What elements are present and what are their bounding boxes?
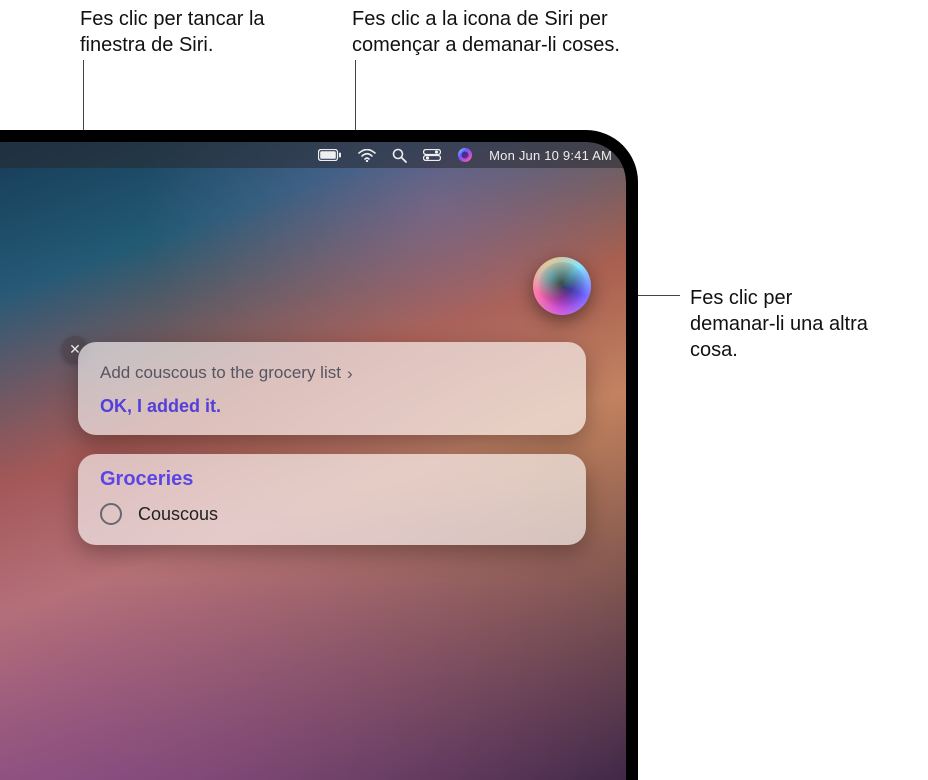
reminders-list-title: Groceries (100, 468, 564, 491)
siri-response-card: Add couscous to the grocery list › OK, I… (78, 342, 586, 435)
control-center-icon[interactable] (423, 142, 441, 168)
device-frame: Mon Jun 10 9:41 AM ✕ Add couscous to the… (0, 130, 638, 780)
wifi-icon[interactable] (358, 142, 376, 168)
siri-orb-button[interactable] (533, 257, 591, 315)
chevron-right-icon: › (347, 364, 353, 384)
reminder-complete-toggle[interactable] (100, 503, 122, 525)
desktop-wallpaper: Mon Jun 10 9:41 AM ✕ Add couscous to the… (0, 142, 626, 780)
reminder-item-text: Couscous (138, 504, 218, 525)
siri-icon[interactable] (457, 142, 473, 168)
siri-request-row[interactable]: Add couscous to the grocery list › (100, 362, 564, 384)
reminders-card[interactable]: Groceries Couscous (78, 454, 586, 545)
siri-request-text: Add couscous to the grocery list (100, 363, 341, 383)
search-icon[interactable] (392, 142, 407, 168)
callout-close-siri: Fes clic per tancar la finestra de Siri. (80, 6, 330, 58)
callout-siri-start: Fes clic a la icona de Siri per començar… (352, 6, 652, 58)
menubar-datetime[interactable]: Mon Jun 10 9:41 AM (489, 142, 612, 168)
battery-icon[interactable] (318, 142, 342, 168)
menubar: Mon Jun 10 9:41 AM (0, 142, 626, 168)
siri-response-text: OK, I added it. (100, 396, 564, 417)
list-item[interactable]: Couscous (100, 503, 564, 525)
callout-ask-another: Fes clic per demanar-li una altra cosa. (690, 285, 880, 363)
